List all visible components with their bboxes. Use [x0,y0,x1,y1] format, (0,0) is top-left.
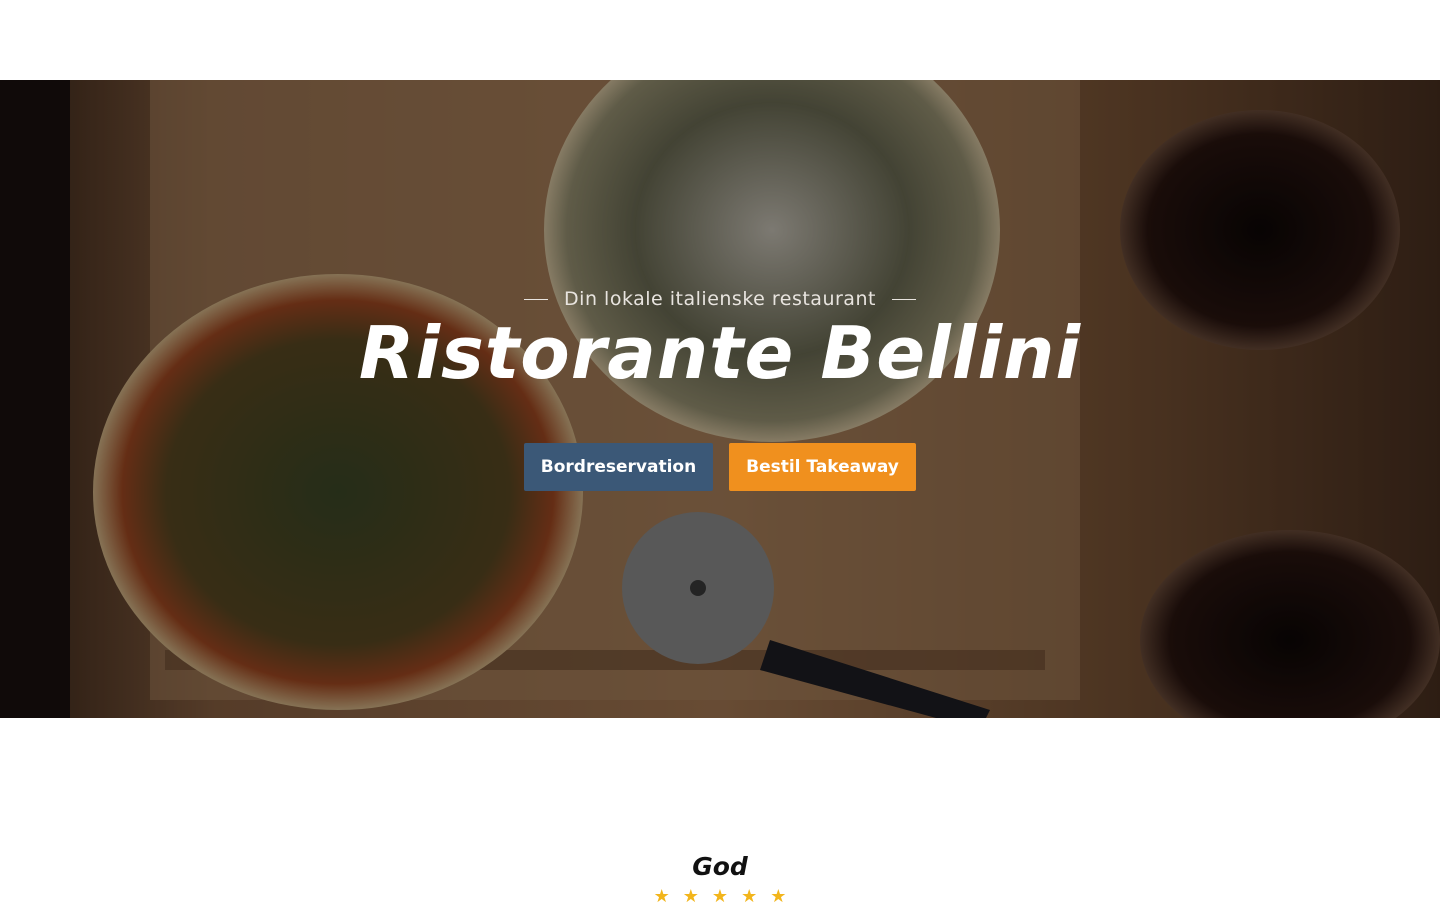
order-takeaway-button[interactable]: Bestil Takeaway [729,443,916,491]
restaurant-title: Ristorante Bellini [358,311,1082,395]
star-icon: ★ [682,886,699,907]
hero-section: Din lokale italienske restaurant Ristora… [0,80,1440,718]
star-icon: ★ [770,886,787,907]
hero-cta-buttons: Bordreservation Bestil Takeaway [0,443,1440,491]
tagline-right-divider [891,298,916,300]
star-icon: ★ [653,886,670,907]
rating-section: God ★ ★ ★ ★ ★ [0,718,1440,906]
tagline-row: Din lokale italienske restaurant [0,288,1440,310]
rating-title: God [692,852,748,881]
star-icon: ★ [711,886,729,907]
tagline-left-divider [524,298,549,300]
hero-content: Din lokale italienske restaurant Ristora… [0,80,1440,718]
rating-stars: ★ ★ ★ ★ ★ [0,888,1440,906]
star-icon: ★ [741,886,758,907]
table-reservation-button[interactable]: Bordreservation [524,443,713,491]
hero-tagline: Din lokale italienske restaurant [564,288,876,310]
top-navigation-bar [0,0,1440,80]
